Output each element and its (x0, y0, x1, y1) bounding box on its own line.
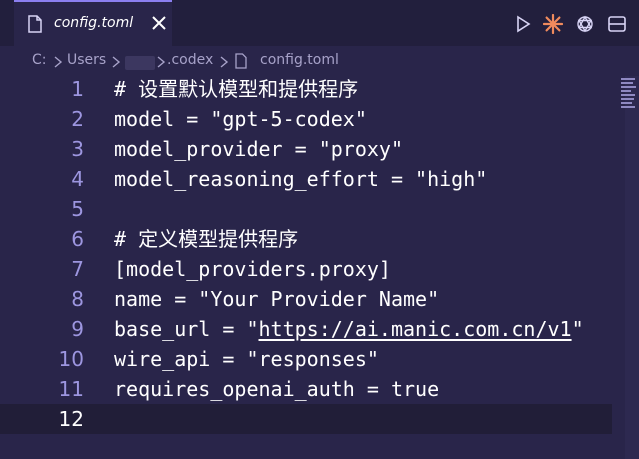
breadcrumb-file[interactable]: config.toml (260, 52, 339, 68)
file-icon (235, 53, 247, 69)
code-text: name = "Your Provider Name" (114, 287, 440, 311)
redacted-username (125, 56, 155, 70)
tab-config-toml[interactable]: config.toml (14, 0, 172, 46)
openai-icon[interactable] (575, 14, 595, 34)
editor-tab-bar: config.toml (0, 0, 639, 46)
chevron-right-icon (112, 56, 121, 68)
run-icon[interactable] (513, 14, 533, 34)
code-text-quote: " (571, 317, 584, 341)
line-number: 7 (71, 257, 84, 281)
code-line: 8 name = "Your Provider Name" (0, 284, 612, 314)
url-link[interactable]: https://ai.manic.com.cn/v1 (259, 317, 572, 341)
breadcrumb-codex[interactable]: .codex (167, 52, 213, 68)
line-number: 6 (71, 227, 84, 251)
code-line-current: 12 (0, 404, 612, 434)
breadcrumb: C: Users .codex config.toml (0, 46, 639, 76)
code-text: model_reasoning_effort = "high" (114, 167, 488, 191)
code-line: 4 model_reasoning_effort = "high" (0, 164, 612, 194)
split-editor-icon[interactable] (607, 14, 627, 34)
code-text-key: base_url = " (114, 317, 259, 341)
line-number: 2 (71, 107, 84, 131)
minimap[interactable] (617, 76, 639, 110)
line-number: 5 (71, 197, 84, 221)
code-text: # 定义模型提供程序 (114, 227, 299, 251)
code-line: 6 # 定义模型提供程序 (0, 224, 612, 254)
breadcrumb-users[interactable]: Users (67, 52, 106, 68)
code-line: 7 [model_providers.proxy] (0, 254, 612, 284)
line-number: 4 (71, 167, 84, 191)
breadcrumb-drive[interactable]: C: (32, 52, 47, 68)
code-line: 3 model_provider = "proxy" (0, 134, 612, 164)
line-number: 10 (58, 347, 84, 371)
close-icon[interactable] (150, 14, 168, 32)
line-number: 11 (58, 377, 84, 401)
code-text: requires_openai_auth = true (114, 377, 440, 401)
code-line: 1 # 设置默认模型和提供程序 (0, 74, 612, 104)
code-text: model_provider = "proxy" (114, 137, 403, 161)
code-line: 5 (0, 194, 612, 224)
code-text: # 设置默认模型和提供程序 (114, 77, 359, 101)
chevron-right-icon (157, 56, 166, 68)
line-number: 3 (71, 137, 84, 161)
spark-icon[interactable] (543, 14, 563, 34)
code-text: base_url = "https://ai.manic.com.cn/v1" (114, 314, 584, 344)
code-line: 10 wire_api = "responses" (0, 344, 612, 374)
chevron-right-icon (220, 56, 229, 68)
code-line: 11 requires_openai_auth = true (0, 374, 612, 404)
line-number: 12 (58, 407, 84, 431)
line-number: 1 (71, 77, 84, 101)
chevron-right-icon (54, 56, 63, 68)
code-line: 2 model = "gpt-5-codex" (0, 104, 612, 134)
code-text: [model_providers.proxy] (114, 257, 391, 281)
code-editor[interactable]: 1 # 设置默认模型和提供程序 2 model = "gpt-5-codex" … (0, 76, 639, 459)
tab-title: config.toml (54, 15, 134, 31)
code-text: model = "gpt-5-codex" (114, 107, 367, 131)
code-text: wire_api = "responses" (114, 347, 379, 371)
line-number: 9 (71, 317, 84, 341)
line-number: 8 (71, 287, 84, 311)
file-icon (28, 15, 42, 33)
code-line: 9 base_url = "https://ai.manic.com.cn/v1… (0, 314, 612, 344)
editor-scrollbar[interactable] (625, 76, 639, 459)
